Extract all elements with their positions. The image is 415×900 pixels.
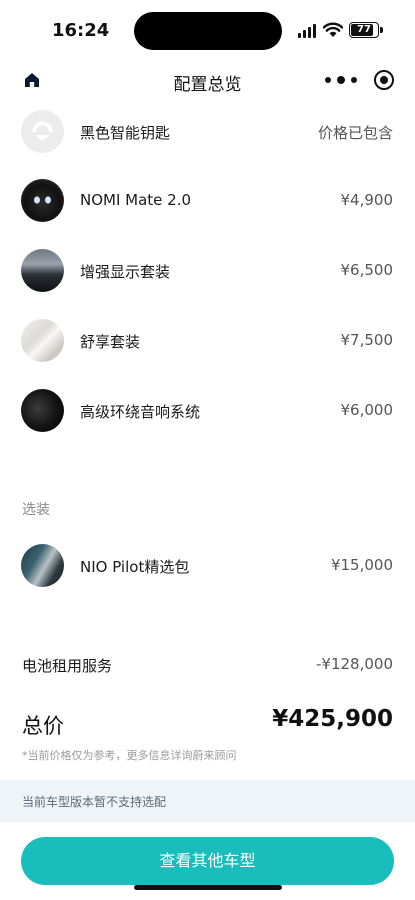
item-name: NIO Pilot精选包 xyxy=(80,558,190,576)
battery-icon: 77 xyxy=(349,22,379,38)
battery-level: 77 xyxy=(357,24,371,35)
section-label-optional: 选装 xyxy=(22,502,50,518)
notice-bar: 当前车型版本暂不支持选配 xyxy=(0,780,415,822)
miniprogram-capsule xyxy=(318,64,404,96)
list-item: 舒享套装 ¥7,500 xyxy=(0,319,415,367)
list-item: 黑色智能钥匙 价格已包含 xyxy=(0,110,415,158)
battery-service-label: 电池租用服务 xyxy=(22,657,113,675)
battery-service-value: -¥128,000 xyxy=(316,655,393,673)
audio-thumbnail xyxy=(21,389,64,432)
item-price: ¥6,000 xyxy=(340,401,394,419)
item-price: 价格已包含 xyxy=(317,124,393,142)
status-time: 16:24 xyxy=(52,20,110,41)
item-price: ¥6,500 xyxy=(340,261,394,279)
nio-logo-icon xyxy=(32,121,53,141)
list-item: 增强显示套装 ¥6,500 xyxy=(0,249,415,297)
smart-key-thumbnail xyxy=(21,110,64,153)
close-miniprogram-icon[interactable] xyxy=(374,70,394,90)
nomi-thumbnail xyxy=(21,179,64,222)
item-name: 高级环绕音响系统 xyxy=(80,403,201,421)
nomi-face-icon xyxy=(34,196,51,204)
item-name: 增强显示套装 xyxy=(80,263,171,281)
home-indicator xyxy=(134,885,282,890)
item-name: NOMI Mate 2.0 xyxy=(80,191,192,209)
total-row: 总价 ¥425,900 xyxy=(0,706,415,742)
more-icon[interactable] xyxy=(324,72,358,88)
price-disclaimer: *当前价格仅为参考，更多信息详询蔚来顾问 xyxy=(22,749,237,762)
total-price: ¥425,900 xyxy=(272,706,393,732)
item-price: ¥7,500 xyxy=(340,331,394,349)
battery-tip xyxy=(380,27,383,33)
nav-header: 配置总览 xyxy=(0,60,415,102)
list-item: NIO Pilot精选包 ¥15,000 xyxy=(0,544,415,592)
hud-thumbnail xyxy=(21,249,64,292)
status-bar: 16:24 77 xyxy=(0,0,415,60)
list-item: NOMI Mate 2.0 ¥4,900 xyxy=(0,179,415,227)
list-item: 高级环绕音响系统 ¥6,000 xyxy=(0,389,415,437)
item-name: 黑色智能钥匙 xyxy=(80,124,171,142)
item-price: ¥4,900 xyxy=(340,191,394,209)
notice-text: 当前车型版本暂不支持选配 xyxy=(22,795,167,809)
cellular-signal-icon xyxy=(298,24,318,38)
pilot-thumbnail xyxy=(21,544,64,587)
comfort-thumbnail xyxy=(21,319,64,362)
battery-service-row: 电池租用服务 -¥128,000 xyxy=(0,655,415,679)
view-other-models-button[interactable]: 查看其他车型 xyxy=(21,837,394,885)
wifi-icon xyxy=(323,22,343,37)
item-price: ¥15,000 xyxy=(330,556,393,574)
item-name: 舒享套装 xyxy=(80,333,141,351)
dynamic-island xyxy=(134,12,282,50)
total-label: 总价 xyxy=(22,714,64,738)
